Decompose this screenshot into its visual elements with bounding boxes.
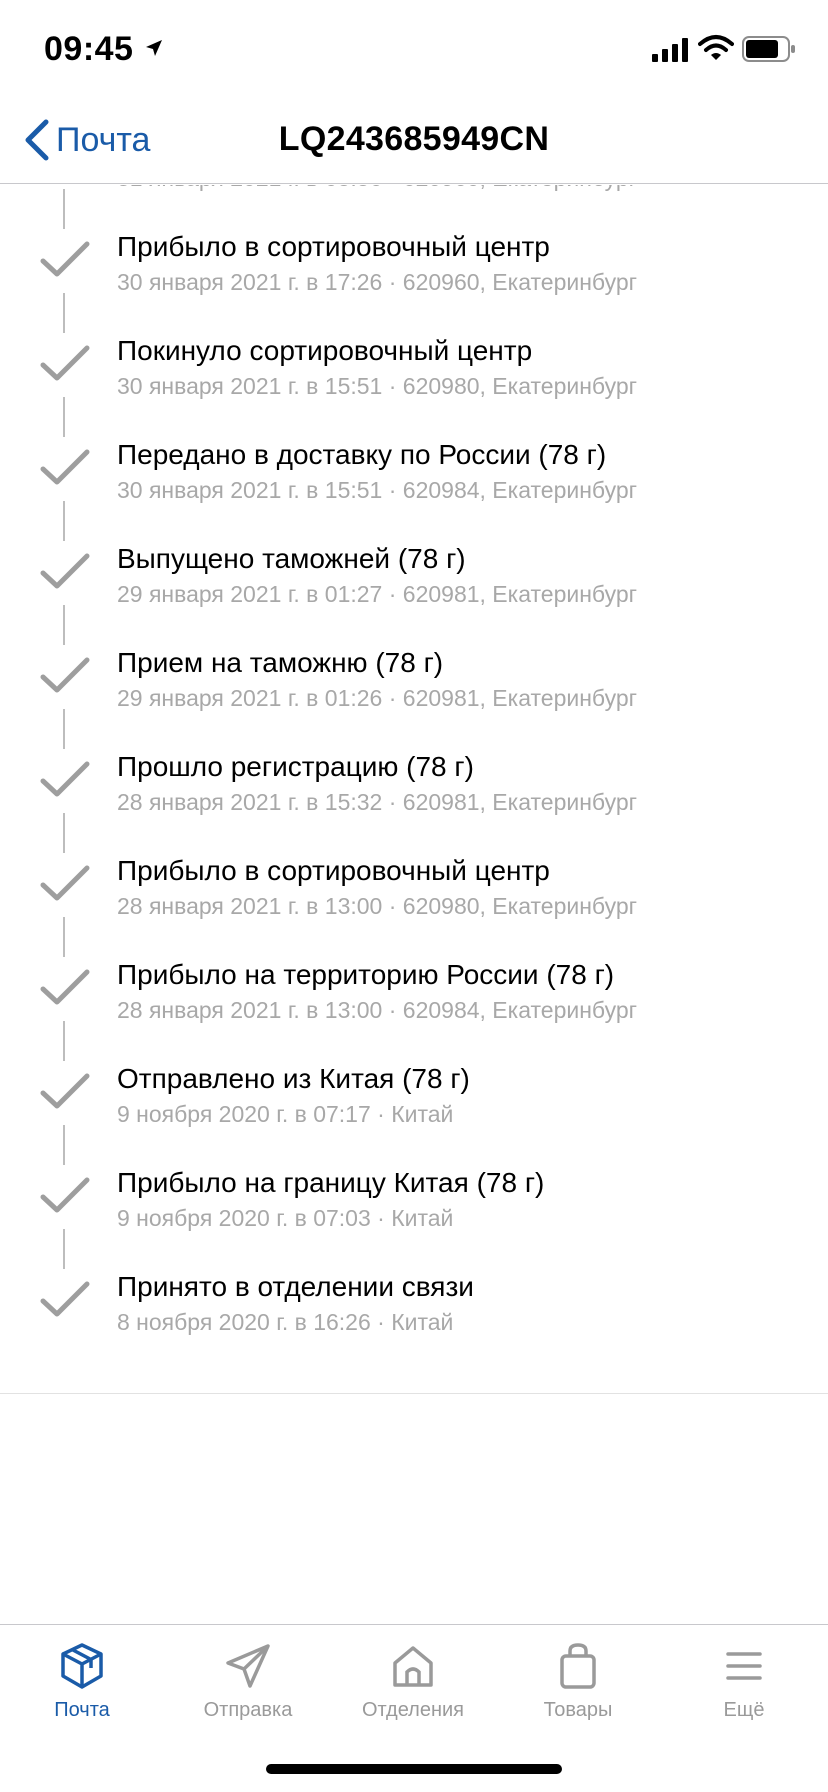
event-details: 28 января 2021 г. в 13:00 · 620980, Екат… [117,893,638,919]
event-details: 30 января 2021 г. в 15:51 · 620984, Екат… [117,477,638,503]
event-details: 9 ноября 2020 г. в 07:17 · Китай [117,1101,454,1127]
shopping-bag-icon [560,1643,596,1689]
tab-label: Ещё [723,1699,765,1721]
wifi-icon [698,35,734,60]
tab-label: Почта [54,1699,110,1721]
tracking-event: Прибыло в сортировочный центр 28 января 2… [0,831,828,957]
tab-parcel-box[interactable]: Почта [0,1641,165,1737]
tracking-event: Передано в доставку по России (78 г) 30 я… [0,415,828,541]
checkmark-icon [40,865,90,901]
event-details: 8 ноября 2020 г. в 16:26 · Китай [117,1309,454,1335]
tab-house[interactable]: Отделения [330,1641,496,1737]
checkmark-icon [40,553,90,589]
checkmark-icon [40,449,90,485]
tracking-event: Выпущено таможней (78 г) 29 января 2021 г… [0,519,828,645]
tab-label: Отделения [361,1699,465,1721]
home-indicator[interactable] [266,1764,562,1774]
tab-shopping-bag[interactable]: Товары [495,1641,661,1737]
event-details: 31 января 2021 г. в 05:56 · 620960, Екат… [117,185,637,192]
event-title: Покинуло сортировочный центр [117,335,533,366]
parcel-box-icon [61,1643,103,1689]
checkmark-icon [40,241,90,277]
house-icon [393,1646,433,1687]
page-title: LQ243685949CN [278,120,550,158]
tracking-event: Прибыло на территорию России (78 г) 28 ян… [0,935,828,1061]
event-details: 28 января 2021 г. в 13:00 · 620984, Екат… [117,997,638,1023]
menu-icon [726,1652,762,1680]
tracking-event: Прием на таможню (78 г) 29 января 2021 г.… [0,623,828,749]
tracking-event: 31 января 2021 г. в 05:56 · 620960, Екат… [0,185,828,229]
event-details: 30 января 2021 г. в 15:51 · 620980, Екат… [117,373,638,399]
event-title: Прием на таможню (78 г) [117,647,444,678]
event-title: Отправлено из Китая (78 г) [117,1063,470,1094]
tracking-event-list: 31 января 2021 г. в 05:56 · 620960, Екат… [0,185,828,1351]
event-title: Прибыло в сортировочный центр [117,855,550,886]
checkmark-icon [40,1281,90,1317]
paper-plane-icon [226,1644,270,1688]
event-title: Выпущено таможней (78 г) [117,543,466,574]
checkmark-icon [40,657,90,693]
event-title: Прибыло в сортировочный центр [117,231,550,262]
screen: 09:45 Почта LQ243685949CN Прибыло в сорт… [0,0,828,1792]
list-end-divider [0,1393,828,1394]
navigation-bar: Почта LQ243685949CN [0,100,828,184]
event-title: Прошло регистрацию (78 г) [117,751,474,782]
checkmark-icon [40,1073,90,1109]
status-time: 09:45 [44,30,134,68]
event-title: Передано в доставку по России (78 г) [117,439,607,470]
tab-menu[interactable]: Ещё [661,1641,827,1737]
event-title: Прибыло на границу Китая (78 г) [117,1167,545,1198]
checkmark-icon [40,761,90,797]
tab-paper-plane[interactable]: Отправка [165,1641,331,1737]
location-arrow-icon [146,40,162,56]
tracking-event: Отправлено из Китая (78 г) 9 ноября 2020 … [0,1039,828,1165]
checkmark-icon [40,345,90,381]
event-details: 29 января 2021 г. в 01:27 · 620981, Екат… [117,581,638,607]
event-details: 29 января 2021 г. в 01:26 · 620981, Екат… [117,685,638,711]
battery-icon [742,36,795,62]
event-details: 28 января 2021 г. в 15:32 · 620981, Екат… [117,789,638,815]
tracking-history[interactable]: 31 января 2021 г. в 05:56 · 620960, Екат… [0,185,828,1393]
tab-label: Товары [543,1699,613,1721]
tracking-event: Принято в отделении связи 8 ноября 2020 г… [0,1247,828,1351]
status-bar: 09:45 [0,0,828,100]
tab-label: Отправка [203,1699,293,1721]
tracking-event: Прибыло в сортировочный центр 30 января 2… [0,207,828,333]
tracking-event: Прошло регистрацию (78 г) 28 января 2021 … [0,727,828,853]
event-details: 30 января 2021 г. в 17:26 · 620960, Екат… [117,269,638,295]
tracking-event: Прибыло на границу Китая (78 г) 9 ноября … [0,1143,828,1269]
checkmark-icon [40,969,90,1005]
tracking-event: Покинуло сортировочный центр 30 января 20… [0,311,828,437]
checkmark-icon [40,1177,90,1213]
event-details: 9 ноября 2020 г. в 07:03 · Китай [117,1205,454,1231]
cellular-signal-icon [652,38,688,62]
event-title: Прибыло на территорию России (78 г) [117,959,615,990]
event-title: Принято в отделении связи [117,1271,474,1302]
